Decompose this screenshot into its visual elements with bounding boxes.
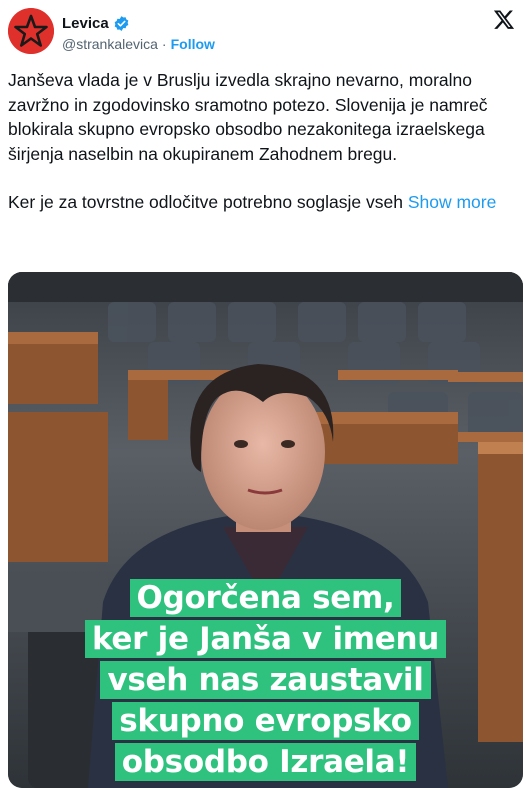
separator-dot: · [161,36,167,52]
caption-line: ker je Janša v imenu [84,620,447,658]
verified-badge-icon [113,15,130,32]
red-star-avatar-icon [8,8,54,54]
tweet-paragraph-1: Janševa vlada je v Bruslju izvedla skraj… [8,70,488,164]
follow-button[interactable]: Follow [171,36,215,52]
x-logo-icon[interactable] [492,8,516,32]
tweet-paragraph-2: Ker je za tovrstne odločitve potrebno so… [8,190,520,215]
tweet-card: Levica @strankalevica · Follow Janševa v… [0,0,526,788]
author-name-row: Levica [62,12,130,34]
show-more-link[interactable]: Show more [408,192,497,212]
avatar[interactable] [8,8,54,54]
author-handle[interactable]: @strankalevica [62,36,158,52]
image-caption: Ogorčena sem, ker je Janša v imenu vseh … [8,579,523,784]
tweet-paragraph-2-text: Ker je za tovrstne odločitve potrebno so… [8,192,403,212]
caption-line: vseh nas zaustavil [100,661,431,699]
caption-line: skupno evropsko [112,702,419,740]
author-handle-row: @strankalevica · Follow [62,35,215,53]
tweet-text: Janševa vlada je v Bruslju izvedla skraj… [8,68,520,215]
author-display-name[interactable]: Levica [62,15,109,32]
caption-line: obsodbo Izraela! [114,743,417,781]
caption-line: Ogorčena sem, [129,579,402,617]
tweet-image[interactable]: Ogorčena sem, ker je Janša v imenu vseh … [8,272,523,788]
